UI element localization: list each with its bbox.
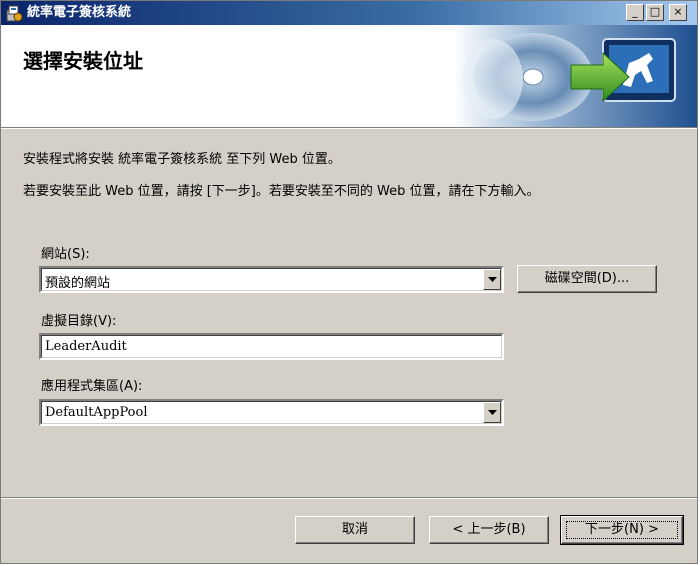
chevron-down-icon bbox=[488, 277, 497, 282]
header-banner: 選擇安裝位址 bbox=[1, 25, 697, 127]
disk-space-button[interactable]: 磁碟空間(D)... bbox=[517, 265, 657, 293]
title-bar[interactable]: 統率電子簽核系統 _ □ × bbox=[1, 1, 697, 25]
next-button[interactable]: 下一步(N) > bbox=[560, 515, 684, 545]
banner-divider-highlight bbox=[1, 128, 697, 129]
maximize-icon: □ bbox=[649, 5, 661, 18]
cancel-button[interactable]: 取消 bbox=[295, 516, 415, 544]
window-title: 統率電子簽核系統 bbox=[27, 5, 132, 20]
site-selected-value: 預設的網站 bbox=[45, 276, 111, 291]
focus-rectangle bbox=[566, 521, 678, 539]
description-line-2: 若要安裝至此 Web 位置，請按 [下一步]。若要安裝至不同的 Web 位置，請… bbox=[23, 184, 540, 199]
site-dropdown-button[interactable] bbox=[483, 269, 501, 290]
virtual-directory-value: LeaderAudit bbox=[45, 339, 127, 354]
maximize-button[interactable]: □ bbox=[646, 4, 664, 21]
virtual-directory-input[interactable]: LeaderAudit bbox=[39, 333, 504, 360]
description-line-1: 安裝程式將安裝 統率電子簽核系統 至下列 Web 位置。 bbox=[23, 152, 341, 167]
app-pool-selected-value: DefaultAppPool bbox=[45, 405, 148, 420]
app-pool-dropdown-button[interactable] bbox=[483, 402, 501, 423]
page-title: 選擇安裝位址 bbox=[23, 49, 143, 73]
virtual-directory-label: 虛擬目錄(V): bbox=[41, 314, 117, 329]
app-pool-dropdown[interactable]: DefaultAppPool bbox=[39, 399, 504, 426]
site-label: 網站(S): bbox=[41, 247, 90, 262]
installer-app-icon bbox=[6, 5, 23, 22]
site-dropdown[interactable]: 預設的網站 bbox=[39, 266, 504, 293]
minimize-icon: _ bbox=[632, 5, 638, 18]
installer-window: 統率電子簽核系統 _ □ × 選擇安裝位址 安裝程式將安裝 統率電子簽核系統 至… bbox=[0, 0, 698, 564]
app-pool-label: 應用程式集區(A): bbox=[41, 379, 143, 394]
install-banner-graphic bbox=[453, 25, 697, 127]
close-icon: × bbox=[673, 5, 683, 18]
minimize-button[interactable]: _ bbox=[626, 4, 644, 21]
close-button[interactable]: × bbox=[669, 4, 687, 21]
footer-divider-highlight bbox=[1, 498, 697, 499]
chevron-down-icon bbox=[488, 410, 497, 415]
back-button[interactable]: < 上一步(B) bbox=[429, 516, 549, 544]
